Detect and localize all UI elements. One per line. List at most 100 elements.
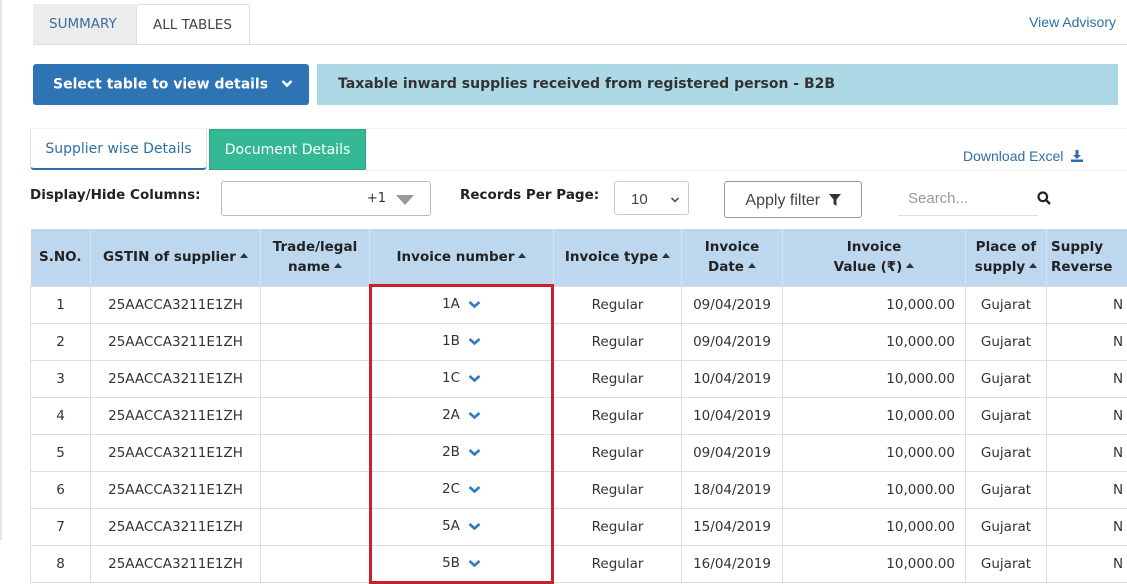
header-sno-label: S.NO. [39,249,81,265]
cell-invoice-value: 10,000.00 [783,545,966,582]
cell-invoice-value: 10,000.00 [783,323,966,360]
cell-invoice-number[interactable]: 2A [370,397,554,434]
cell-invoice-value: 10,000.00 [783,471,966,508]
header-invoice-value[interactable]: InvoiceValue (₹) [783,229,966,286]
sort-ascending-icon[interactable] [518,253,526,258]
header-supply-reverse-charge-label-line2: Reverse [1051,259,1112,275]
chevron-down-icon[interactable] [468,519,481,535]
apply-filter-button[interactable]: Apply filter [724,181,862,218]
cell-place-of-supply: Gujarat [966,286,1047,323]
header-trade-name-label-line2: name [288,259,330,275]
header-invoice-type[interactable]: Invoice type [554,229,682,286]
header-invoice-date[interactable]: InvoiceDate [682,229,783,286]
documents-table: S.NO. GSTIN of supplier Trade/legal name Inv… [30,229,1127,583]
cell-sno: 2 [31,323,91,360]
cell-reverse-charge: N [1047,360,1127,397]
invoice-number-value: 5A [442,518,460,534]
records-per-page-value: 10 [631,191,648,208]
chevron-down-icon[interactable] [468,297,481,313]
tab-supplier-wise-details[interactable]: Supplier wise Details [30,129,207,170]
cell-invoice-number[interactable]: 1C [370,360,554,397]
invoice-number-value: 1C [442,370,460,386]
cell-sno: 5 [31,434,91,471]
tab-summary[interactable]: SUMMARY [33,4,136,45]
cell-invoice-date: 16/04/2019 [682,545,783,582]
cell-sno: 3 [31,360,91,397]
cell-reverse-charge: N [1047,397,1127,434]
table-title-banner: Taxable inward supplies received from re… [317,64,1118,105]
cell-trade-name [261,397,370,434]
cell-invoice-number[interactable]: 1B [370,323,554,360]
tab-all-tables[interactable]: ALL TABLES [136,4,250,45]
chevron-down-icon[interactable] [468,334,481,350]
tab-document-details[interactable]: Document Details [209,129,366,170]
header-trade-name[interactable]: Trade/legal name [261,229,370,286]
sort-ascending-icon[interactable] [748,263,756,268]
left-border [0,0,2,540]
invoice-number-value: 5B [442,555,460,571]
select-table-label: Select table to view details [53,77,268,93]
cell-place-of-supply: Gujarat [966,545,1047,582]
invoice-number-value: 1B [442,333,460,349]
cell-trade-name [261,508,370,545]
table-row: 225AACCA3211E1ZH1BRegular09/04/201910,00… [31,323,1127,360]
cell-sno: 8 [31,545,91,582]
cell-trade-name [261,434,370,471]
chevron-down-icon [281,64,293,105]
display-hide-columns-label: Display/Hide Columns: [30,187,201,203]
records-per-page-select[interactable]: 10 [614,181,689,215]
cell-invoice-type: Regular [554,434,682,471]
chevron-down-icon[interactable] [468,556,481,572]
apply-filter-label: Apply filter [745,192,820,209]
subtabs-divider [366,170,1127,171]
sort-ascending-icon[interactable] [906,263,914,268]
header-trade-name-label: Trade/legal [273,239,357,255]
select-table-button[interactable]: Select table to view details [33,64,309,105]
cell-sno: 6 [31,471,91,508]
sort-ascending-icon[interactable] [662,253,670,258]
table-row: 525AACCA3211E1ZH2BRegular09/04/201910,00… [31,434,1127,471]
cell-invoice-type: Regular [554,323,682,360]
display-hide-columns-select[interactable]: +1 [221,181,431,216]
cell-reverse-charge: N [1047,434,1127,471]
cell-reverse-charge: N [1047,323,1127,360]
cell-trade-name [261,323,370,360]
cell-reverse-charge: N [1047,286,1127,323]
view-advisory-link[interactable]: View Advisory [1029,14,1116,30]
cell-gstin: 25AACCA3211E1ZH [91,508,261,545]
header-invoice-number-label: Invoice number [397,249,515,265]
cell-invoice-number[interactable]: 2B [370,434,554,471]
cell-invoice-number[interactable]: 2C [370,471,554,508]
cell-invoice-date: 18/04/2019 [682,471,783,508]
cell-invoice-type: Regular [554,471,682,508]
cell-sno: 1 [31,286,91,323]
cell-invoice-number[interactable]: 1A [370,286,554,323]
cell-invoice-value: 10,000.00 [783,508,966,545]
header-invoice-date-label: Invoice [705,239,760,255]
invoice-number-value: 1A [442,296,460,312]
search-input[interactable] [898,182,1038,216]
cell-invoice-value: 10,000.00 [783,360,966,397]
download-excel-link[interactable]: Download Excel [963,148,1083,164]
header-gstin[interactable]: GSTIN of supplier [91,229,261,286]
header-place-of-supply[interactable]: Place ofsupply [966,229,1047,286]
chevron-down-icon[interactable] [468,445,481,461]
sort-ascending-icon[interactable] [240,253,248,258]
top-tabs: SUMMARY ALL TABLES [33,4,250,45]
search-icon[interactable] [1037,190,1051,209]
cell-invoice-number[interactable]: 5B [370,545,554,582]
cell-invoice-type: Regular [554,360,682,397]
chevron-down-icon[interactable] [468,408,481,424]
header-supply-reverse-charge: SupplyReverse [1047,229,1127,286]
chevron-down-icon [670,192,680,208]
chevron-down-icon[interactable] [468,482,481,498]
sort-ascending-icon[interactable] [1029,263,1037,268]
header-invoice-value-label: Invoice [847,239,902,255]
chevron-down-icon[interactable] [468,371,481,387]
sort-ascending-icon[interactable] [334,263,342,268]
cell-invoice-value: 10,000.00 [783,397,966,434]
header-invoice-number[interactable]: Invoice number [370,229,554,286]
documents-table-container: S.NO. GSTIN of supplier Trade/legal name Inv… [30,229,1127,583]
cell-invoice-type: Regular [554,508,682,545]
cell-invoice-number[interactable]: 5A [370,508,554,545]
